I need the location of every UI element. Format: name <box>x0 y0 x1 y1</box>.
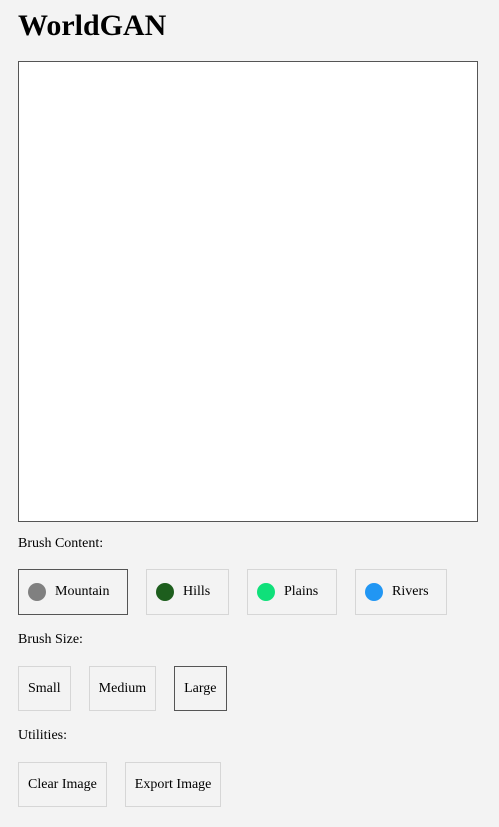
brush-content-options: Mountain Hills Plains Rivers <box>18 569 447 615</box>
app-title: WorldGAN <box>18 9 167 42</box>
export-image-button[interactable]: Export Image <box>124 762 222 807</box>
drawing-canvas[interactable] <box>18 61 478 522</box>
mountain-color-swatch <box>28 583 46 601</box>
brush-plains-label: Plains <box>284 584 319 599</box>
brush-size-label: Brush Size: <box>18 632 83 647</box>
brush-mountain-label: Mountain <box>55 584 110 599</box>
brush-content-label: Brush Content: <box>18 536 104 551</box>
size-large-button[interactable]: Large <box>174 666 227 711</box>
utilities-label: Utilities: <box>18 728 67 743</box>
plains-color-swatch <box>257 583 275 601</box>
brush-plains-button[interactable]: Plains <box>247 569 337 615</box>
brush-rivers-button[interactable]: Rivers <box>355 569 447 615</box>
clear-image-button[interactable]: Clear Image <box>18 762 107 807</box>
utilities-options: Clear Image Export Image <box>18 762 222 807</box>
brush-size-options: Small Medium Large <box>18 666 227 711</box>
brush-mountain-button[interactable]: Mountain <box>18 569 128 615</box>
size-medium-button[interactable]: Medium <box>88 666 157 711</box>
brush-rivers-label: Rivers <box>392 584 429 599</box>
brush-hills-label: Hills <box>183 584 211 599</box>
rivers-color-swatch <box>365 583 383 601</box>
size-small-button[interactable]: Small <box>18 666 71 711</box>
hills-color-swatch <box>156 583 174 601</box>
brush-hills-button[interactable]: Hills <box>146 569 229 615</box>
